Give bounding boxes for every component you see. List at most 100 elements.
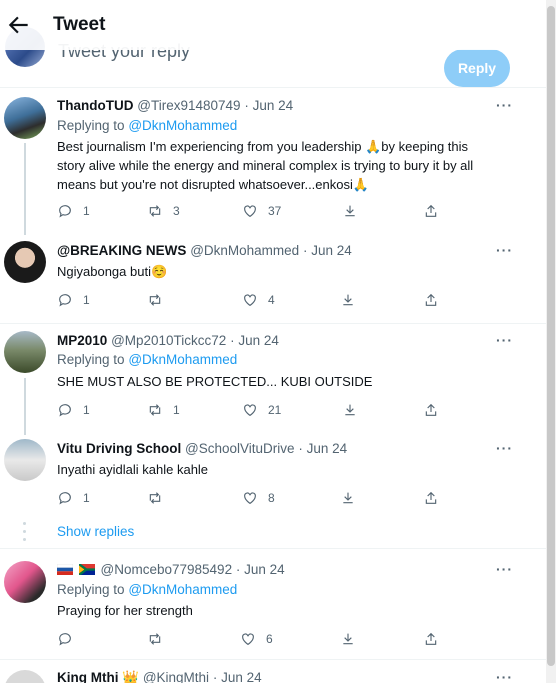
bookmark-action[interactable] (340, 290, 356, 310)
share-action[interactable] (423, 400, 439, 420)
mention-link[interactable]: @DknMohammed (128, 582, 237, 597)
tweet-date[interactable]: Jun 24 (221, 670, 262, 683)
avatar[interactable] (4, 241, 46, 283)
like-action[interactable]: 8 (242, 488, 275, 508)
scrollbar[interactable] (546, 0, 556, 683)
like-action[interactable]: 37 (242, 201, 281, 221)
bookmark-action[interactable] (340, 629, 356, 649)
tweet-item[interactable]: MP2010 @Mp2010Tickcc72 · Jun 24 ··· Repl… (0, 323, 546, 435)
mention-link[interactable]: @DknMohammed (128, 118, 237, 133)
bookmark-action[interactable] (342, 201, 358, 221)
reply-action[interactable]: 1 (57, 201, 90, 221)
tweet-item[interactable]: ThandoTUD @Tirex91480749 · Jun 24 ··· Re… (0, 87, 546, 235)
replying-label: Replying to (57, 582, 125, 597)
share-icon (425, 491, 437, 504)
author-name[interactable]: ThandoTUD (57, 98, 134, 113)
reply-count: 1 (83, 403, 90, 417)
tweet-text: Best journalism I'm experiencing from yo… (57, 139, 474, 192)
thread-line (24, 378, 26, 435)
author-name[interactable]: MP2010 (57, 333, 107, 348)
bookmark-action[interactable] (342, 400, 358, 420)
tweet-item[interactable]: King Mthi 👑 @KingMthi · Jun 24 ··· (0, 660, 546, 683)
retweet-icon (149, 205, 161, 217)
avatar[interactable] (4, 439, 46, 481)
reply-icon (59, 492, 71, 505)
reply-count: 1 (83, 204, 90, 218)
heart-icon (244, 404, 256, 417)
share-action[interactable] (423, 201, 439, 221)
reply-icon (59, 633, 71, 646)
more-options-icon[interactable]: ··· (496, 97, 513, 113)
author-name[interactable]: @BREAKING NEWS (57, 243, 186, 258)
tweet-text: Inyathi ayidlali kahle kahle (57, 462, 209, 477)
reply-count: 1 (83, 293, 90, 307)
author-handle[interactable]: @SchoolVituDrive (185, 441, 295, 456)
tweet-header: MP2010 @Mp2010Tickcc72 · Jun 24 (57, 333, 279, 348)
scrollbar-thumb[interactable] (547, 6, 555, 666)
author-handle[interactable]: @Mp2010Tickcc72 (111, 333, 226, 348)
tweet-date[interactable]: Jun 24 (307, 441, 348, 456)
back-arrow-icon[interactable] (6, 12, 32, 38)
reply-action[interactable] (57, 629, 73, 649)
more-options-icon[interactable]: ··· (496, 242, 513, 258)
tweet-actions: 1 4 (57, 290, 457, 310)
more-options-icon[interactable]: ··· (496, 561, 513, 577)
tweet-date[interactable]: Jun 24 (238, 333, 279, 348)
reply-action[interactable]: 1 (57, 290, 90, 310)
tweet-actions: 1 1 21 (57, 400, 457, 420)
retweet-action[interactable]: 1 (147, 400, 180, 420)
download-icon (343, 294, 353, 306)
author-name[interactable]: Vitu Driving School (57, 441, 181, 456)
thread-dots (23, 522, 27, 546)
heart-icon (242, 633, 254, 646)
author-handle[interactable]: @KingMthi (143, 670, 209, 683)
page-title: Tweet (53, 14, 106, 35)
heart-icon (244, 294, 256, 307)
heart-icon (244, 492, 256, 505)
show-replies-link[interactable]: Show replies (57, 524, 134, 539)
like-action[interactable]: 21 (242, 400, 281, 420)
tweet-date[interactable]: Jun 24 (311, 243, 352, 258)
avatar[interactable] (4, 331, 46, 373)
more-options-icon[interactable]: ··· (496, 440, 513, 456)
reply-button[interactable]: Reply (444, 49, 510, 87)
tweet-date[interactable]: Jun 24 (244, 562, 285, 577)
separator: · (230, 333, 235, 348)
like-action[interactable]: 4 (242, 290, 275, 310)
author-handle[interactable]: @DknMohammed (190, 243, 299, 258)
share-action[interactable] (423, 290, 439, 310)
like-action[interactable]: 6 (240, 629, 273, 649)
share-action[interactable] (423, 488, 439, 508)
author-name[interactable]: King Mthi 👑 (57, 670, 139, 683)
reply-action[interactable]: 1 (57, 488, 90, 508)
share-icon (425, 632, 437, 645)
share-action[interactable] (423, 629, 439, 649)
tweet-text: Praying for her strength (57, 603, 193, 618)
retweet-action[interactable]: 3 (147, 201, 180, 221)
tweet-date[interactable]: Jun 24 (253, 98, 294, 113)
bookmark-action[interactable] (340, 488, 356, 508)
tweet-item[interactable]: @BREAKING NEWS @DknMohammed · Jun 24 ···… (0, 233, 546, 323)
avatar[interactable] (4, 97, 46, 139)
reply-icon (59, 294, 71, 307)
retweet-action[interactable] (147, 629, 163, 649)
mention-link[interactable]: @DknMohammed (128, 352, 237, 367)
more-options-icon[interactable]: ··· (496, 669, 513, 683)
more-options-icon[interactable]: ··· (496, 332, 513, 348)
author-handle[interactable]: @Tirex91480749 (137, 98, 240, 113)
avatar[interactable] (4, 561, 46, 603)
author-handle[interactable]: @Nomcebo77985492 (101, 562, 233, 577)
tweet-header: King Mthi 👑 @KingMthi · Jun 24 (57, 670, 262, 683)
tweet-item[interactable]: Vitu Driving School @SchoolVituDrive · J… (0, 431, 546, 521)
retweet-action[interactable] (147, 488, 163, 508)
tweet-header: @BREAKING NEWS @DknMohammed · Jun 24 (57, 243, 352, 258)
tweet-item[interactable]: @Nomcebo77985492 · Jun 24 ··· Replying t… (0, 549, 546, 659)
tweet-actions: 1 3 37 (57, 201, 457, 221)
russia-flag-icon (57, 564, 73, 575)
download-icon (345, 205, 355, 217)
retweet-icon (149, 492, 161, 504)
retweet-action[interactable] (147, 290, 163, 310)
reply-action[interactable]: 1 (57, 400, 90, 420)
reply-icon (59, 205, 71, 218)
avatar[interactable] (4, 670, 46, 683)
